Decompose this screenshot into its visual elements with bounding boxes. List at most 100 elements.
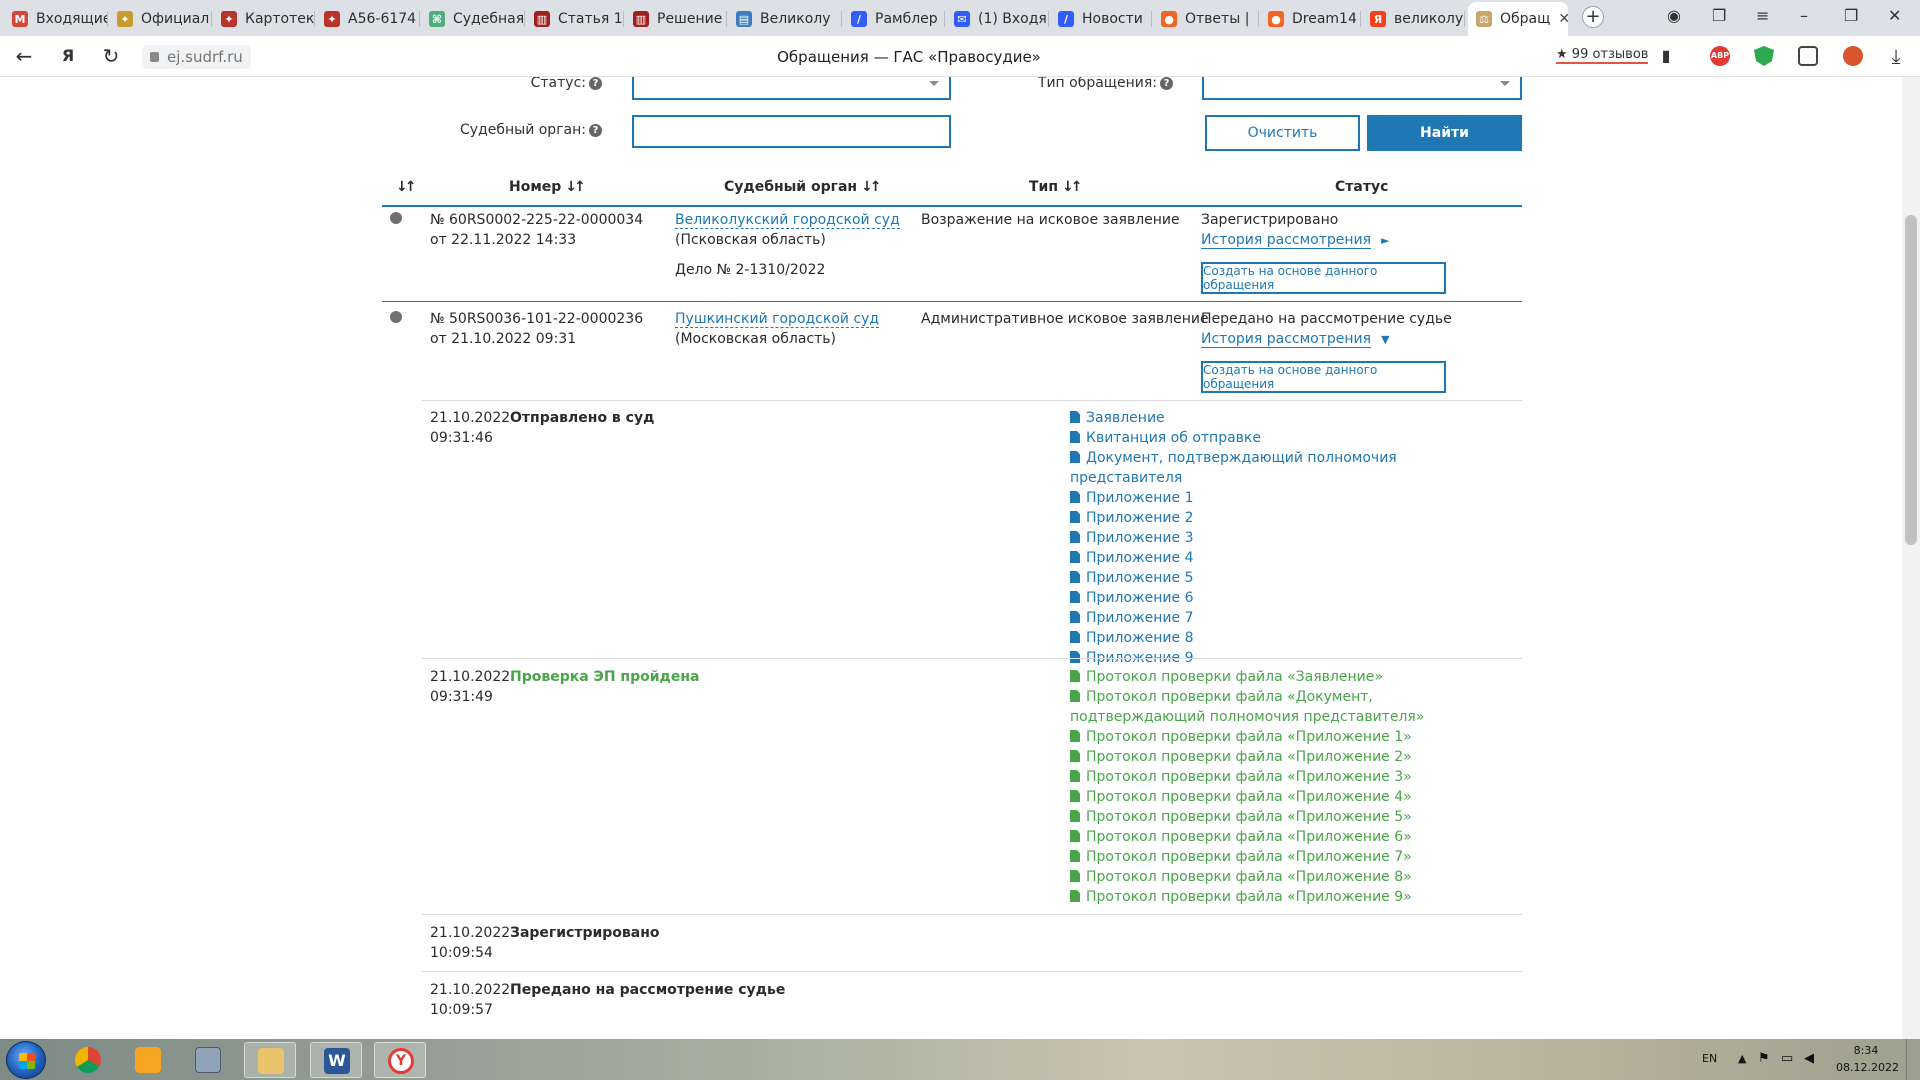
sort-toggle[interactable]: ↓↑ [392,179,417,195]
browser-tab[interactable]: ✦ Официал [109,4,212,34]
court-link[interactable]: Пушкинский городской суд [675,311,880,328]
signature-protocol-link[interactable]: Протокол проверки файла «Приложение 8» [1070,867,1510,887]
column-type[interactable]: Тип ↓↑ [1029,179,1083,195]
start-button[interactable] [6,1041,46,1079]
document-link[interactable]: Квитанция об отправке [1070,428,1510,448]
page-scrollbar[interactable] [1902,77,1920,1039]
document-link[interactable]: Приложение 6 [1070,588,1510,608]
browser-tab[interactable]: / Рамблер [843,4,945,34]
browser-tab-active[interactable]: ⚖ Обращ ✕ [1468,2,1568,36]
close-tab-icon[interactable]: ✕ [1558,11,1568,27]
browser-tab[interactable]: ⌘ Судебная [421,4,525,34]
help-icon[interactable]: ? [589,124,602,137]
signature-protocol-link[interactable]: Протокол проверки файла «Приложение 9» [1070,887,1510,907]
protect-extension-icon[interactable] [1843,46,1863,66]
taskbar-word[interactable]: W [310,1042,362,1078]
create-from-appeal-button[interactable]: Создать на основе данного обращения [1201,361,1446,393]
document-link[interactable]: Приложение 1 [1070,488,1510,508]
court-input[interactable] [632,115,951,148]
document-link[interactable]: Документ, подтверждающий полномочия пред… [1070,448,1510,488]
signature-protocol-link[interactable]: Протокол проверки файла «Приложение 7» [1070,847,1510,867]
signature-protocol-link[interactable]: Протокол проверки файла «Приложение 4» [1070,787,1510,807]
browser-tab[interactable]: ✦ А56-6174 [316,4,420,34]
show-hidden-icons-icon[interactable]: ▲ [1738,1052,1746,1065]
clock-date[interactable]: 08.12.2022 [1836,1061,1899,1074]
browser-tab[interactable]: / Новости [1050,4,1152,34]
signature-protocol-link[interactable]: Протокол проверки файла «Приложение 6» [1070,827,1510,847]
minimize-button[interactable]: – [1800,6,1808,25]
taskbar-yandex-browser[interactable]: Y [374,1042,426,1078]
document-link[interactable]: Приложение 7 [1070,608,1510,628]
bookmarks-panel-icon[interactable]: ❐ [1712,6,1726,25]
caret-down-icon[interactable]: ▼ [1381,333,1389,346]
extension-icon[interactable] [1798,46,1818,66]
new-tab-button[interactable]: + [1582,6,1604,28]
help-icon[interactable]: ? [1160,77,1173,90]
reviews-badge[interactable]: ★ 99 отзывов [1556,47,1649,64]
close-window-button[interactable]: ✕ [1888,6,1901,25]
signature-protocol-link[interactable]: Протокол проверки файла «Приложение 3» [1070,767,1510,787]
document-link[interactable]: Приложение 2 [1070,508,1510,528]
download-icon[interactable]: ⤓ [1884,45,1908,69]
adblock-icon[interactable]: ABP [1710,46,1730,66]
browser-tab[interactable]: ▥ Решение [625,4,727,34]
column-number[interactable]: Номер ↓↑ [509,179,586,195]
caret-right-icon[interactable]: ► [1381,234,1389,247]
page-title: Обращения — ГАС «Правосудие» [777,48,1041,66]
browser-tab[interactable]: ✉ (1) Входя [946,4,1049,34]
menu-icon[interactable]: ≡ [1756,6,1769,25]
document-link[interactable]: Заявление [1070,408,1510,428]
document-link[interactable]: Приложение 5 [1070,568,1510,588]
bookmark-icon[interactable]: ▮ [1654,45,1678,69]
clear-button[interactable]: Очистить [1205,115,1360,151]
help-icon[interactable]: ? [589,77,602,90]
maximize-button[interactable]: ❐ [1844,6,1858,25]
browser-tab[interactable]: ● Dream14 [1260,4,1361,34]
taskbar-explorer[interactable] [244,1042,296,1078]
taskbar-chrome[interactable] [62,1042,114,1078]
signature-protocol-link[interactable]: Протокол проверки файла «Заявление» [1070,667,1510,687]
action-center-flag-icon[interactable]: ⚑ [1758,1051,1770,1066]
taskbar-media-player[interactable] [122,1042,174,1078]
scrollbar-thumb[interactable] [1905,215,1917,545]
column-court[interactable]: Судебный орган ↓↑ [724,179,882,195]
browser-tab[interactable]: ✦ Картотек [213,4,315,34]
appeal-date: от 22.11.2022 14:33 [430,232,577,248]
history-divider [422,400,1522,401]
browser-tab[interactable]: Явеликолу [1362,4,1465,34]
row-divider [382,301,1522,302]
language-indicator[interactable]: EN [1702,1052,1717,1065]
signature-protocol-link[interactable]: Протокол проверки файла «Документ, подтв… [1070,687,1510,727]
signature-protocol-link[interactable]: Протокол проверки файла «Приложение 2» [1070,747,1510,767]
calculator-icon [195,1047,221,1073]
volume-icon[interactable]: ◀ [1804,1051,1814,1066]
court-link[interactable]: Великолукский городской суд [675,212,900,229]
taskbar-calculator[interactable] [182,1042,234,1078]
tab-label: Рамблер [875,11,938,27]
browser-tab[interactable]: ● Ответы | [1153,4,1259,34]
status-select[interactable] [632,77,951,100]
document-list: Заявление Квитанция об отправке Документ, … [1070,408,1510,668]
history-divider [422,971,1522,972]
profile-icon[interactable]: ◉ [1667,6,1681,25]
find-button[interactable]: Найти [1367,115,1522,151]
document-link[interactable]: Приложение 4 [1070,548,1510,568]
show-desktop-button[interactable] [1906,1039,1920,1080]
signature-protocol-link[interactable]: Протокол проверки файла «Приложение 1» [1070,727,1510,747]
history-link[interactable]: История рассмотрения [1201,232,1372,249]
clock-time[interactable]: 8:34 [1836,1044,1896,1057]
document-link[interactable]: Приложение 3 [1070,528,1510,548]
create-from-appeal-button[interactable]: Создать на основе данного обращения [1201,262,1446,294]
document-icon [1070,531,1080,543]
browser-tab[interactable]: ▥ Статья 14 [526,4,624,34]
network-icon[interactable]: ▭ [1781,1051,1793,1066]
document-icon [1070,431,1080,443]
document-link[interactable]: Приложение 8 [1070,628,1510,648]
browser-tab[interactable]: M Входящие [4,4,108,34]
history-link[interactable]: История рассмотрения [1201,331,1372,348]
browser-tab[interactable]: ▤ Великолу [728,4,842,34]
type-select[interactable] [1202,77,1522,100]
chrome-icon [75,1047,101,1073]
signature-protocol-link[interactable]: Протокол проверки файла «Приложение 5» [1070,807,1510,827]
tab-label: Великолу [760,11,831,27]
